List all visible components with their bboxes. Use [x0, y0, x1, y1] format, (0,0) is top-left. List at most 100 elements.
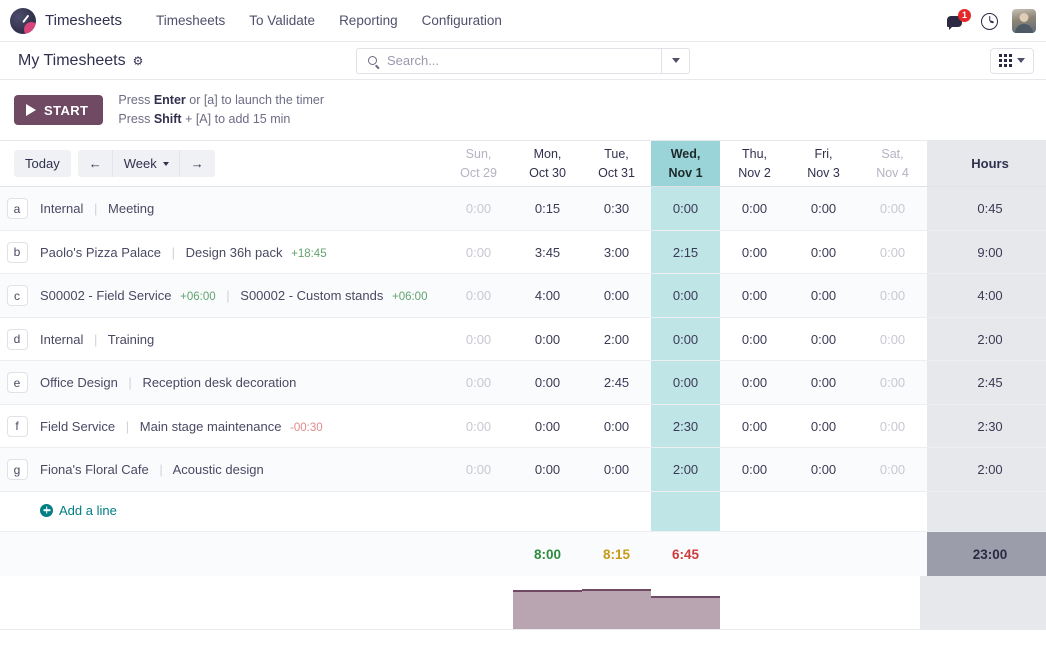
- row-letter-badge[interactable]: a: [7, 198, 28, 219]
- previous-period-button[interactable]: ←: [78, 150, 113, 177]
- cell-fri[interactable]: 0:00: [789, 404, 858, 448]
- cell-sun[interactable]: 0:00: [444, 448, 513, 492]
- column-header-wed-today[interactable]: Wed, Nov 1: [651, 141, 720, 187]
- cell-fri[interactable]: 0:00: [789, 448, 858, 492]
- row-letter-badge[interactable]: d: [7, 329, 28, 350]
- row-separator: |: [94, 332, 97, 347]
- cell-mon[interactable]: 0:00: [513, 404, 582, 448]
- column-header-sun[interactable]: Sun, Oct 29: [444, 141, 513, 187]
- cell-tue[interactable]: 0:00: [582, 448, 651, 492]
- column-header-thu[interactable]: Thu, Nov 2: [720, 141, 789, 187]
- cell-fri[interactable]: 0:00: [789, 361, 858, 405]
- cell-thu[interactable]: 0:00: [720, 317, 789, 361]
- cell-sat[interactable]: 0:00: [858, 448, 927, 492]
- add-line-blank-hours: [927, 491, 1046, 531]
- menu-item-timesheets[interactable]: Timesheets: [144, 7, 237, 34]
- grid-body: a Internal | Meeting 0:00 0:15 0:30 0:00…: [0, 187, 1046, 532]
- menu-item-configuration[interactable]: Configuration: [410, 7, 514, 34]
- cell-thu[interactable]: 0:00: [720, 448, 789, 492]
- search-input[interactable]: [387, 53, 661, 68]
- cell-wed[interactable]: 0:00: [651, 187, 720, 231]
- column-header-sat[interactable]: Sat, Nov 4: [858, 141, 927, 187]
- cell-wed[interactable]: 2:15: [651, 230, 720, 274]
- cell-tue[interactable]: 3:00: [582, 230, 651, 274]
- cell-wed[interactable]: 2:30: [651, 404, 720, 448]
- cell-wed[interactable]: 0:00: [651, 361, 720, 405]
- scale-dropdown-button[interactable]: Week: [113, 150, 180, 177]
- cell-thu[interactable]: 0:00: [720, 230, 789, 274]
- row-description[interactable]: Field Service | Main stage maintenance -…: [34, 404, 444, 448]
- row-description[interactable]: Office Design | Reception desk decoratio…: [34, 361, 444, 405]
- cell-fri[interactable]: 0:00: [789, 317, 858, 361]
- cell-wed[interactable]: 0:00: [651, 317, 720, 361]
- cell-thu[interactable]: 0:00: [720, 187, 789, 231]
- cell-mon[interactable]: 0:15: [513, 187, 582, 231]
- cell-thu[interactable]: 0:00: [720, 274, 789, 318]
- gear-icon[interactable]: ⚙: [133, 55, 144, 67]
- row-letter-cell: a: [0, 187, 34, 231]
- row-description[interactable]: Paolo's Pizza Palace | Design 36h pack +…: [34, 230, 444, 274]
- systray: 1: [947, 0, 1036, 42]
- column-header-dow: Mon,: [513, 145, 582, 163]
- today-button[interactable]: Today: [14, 150, 71, 177]
- cell-sun[interactable]: 0:00: [444, 274, 513, 318]
- search-dropdown-toggle[interactable]: [661, 49, 689, 73]
- footer-total-tue: 8:15: [582, 531, 651, 576]
- row-project: Internal: [40, 332, 83, 347]
- add-a-line-button[interactable]: Add a line: [34, 503, 117, 518]
- cell-sun[interactable]: 0:00: [444, 361, 513, 405]
- row-letter-badge[interactable]: c: [7, 285, 28, 306]
- start-timer-button[interactable]: START: [14, 95, 103, 125]
- cell-sat[interactable]: 0:00: [858, 187, 927, 231]
- cell-wed[interactable]: 2:00: [651, 448, 720, 492]
- cell-tue[interactable]: 0:00: [582, 274, 651, 318]
- cell-thu[interactable]: 0:00: [720, 404, 789, 448]
- cell-sun[interactable]: 0:00: [444, 230, 513, 274]
- menu-item-reporting[interactable]: Reporting: [327, 7, 410, 34]
- cell-sat[interactable]: 0:00: [858, 230, 927, 274]
- clock-icon[interactable]: [981, 13, 998, 30]
- column-header-tue[interactable]: Tue, Oct 31: [582, 141, 651, 187]
- cell-tue[interactable]: 0:30: [582, 187, 651, 231]
- cell-fri[interactable]: 0:00: [789, 230, 858, 274]
- search-glass-shape: [368, 56, 377, 65]
- cell-sat[interactable]: 0:00: [858, 274, 927, 318]
- chart-bar-wed: [651, 596, 720, 629]
- cell-tue[interactable]: 2:45: [582, 361, 651, 405]
- cell-sat[interactable]: 0:00: [858, 317, 927, 361]
- row-letter-badge[interactable]: f: [7, 416, 28, 437]
- next-period-button[interactable]: →: [180, 150, 215, 177]
- menu-item-to-validate[interactable]: To Validate: [237, 7, 327, 34]
- row-description[interactable]: Internal | Training: [34, 317, 444, 361]
- column-header-mon[interactable]: Mon, Oct 30: [513, 141, 582, 187]
- row-description[interactable]: Fiona's Floral Cafe | Acoustic design: [34, 448, 444, 492]
- cell-mon[interactable]: 0:00: [513, 317, 582, 361]
- cell-thu[interactable]: 0:00: [720, 361, 789, 405]
- row-letter-badge[interactable]: e: [7, 372, 28, 393]
- cell-sun[interactable]: 0:00: [444, 317, 513, 361]
- search-bar[interactable]: [356, 48, 690, 74]
- cell-sun[interactable]: 0:00: [444, 404, 513, 448]
- user-avatar-icon[interactable]: [1012, 9, 1036, 33]
- cell-mon[interactable]: 0:00: [513, 361, 582, 405]
- cell-tue[interactable]: 0:00: [582, 404, 651, 448]
- cell-mon[interactable]: 0:00: [513, 448, 582, 492]
- cell-wed[interactable]: 0:00: [651, 274, 720, 318]
- cell-sat[interactable]: 0:00: [858, 361, 927, 405]
- cell-mon[interactable]: 3:45: [513, 230, 582, 274]
- row-letter-badge[interactable]: b: [7, 242, 28, 263]
- chat-bubble-icon[interactable]: 1: [947, 11, 967, 31]
- cell-mon[interactable]: 4:00: [513, 274, 582, 318]
- view-switcher-button[interactable]: [990, 48, 1034, 74]
- row-description[interactable]: S00002 - Field Service +06:00 | S00002 -…: [34, 274, 444, 318]
- cell-fri[interactable]: 0:00: [789, 274, 858, 318]
- row-project: S00002 - Field Service: [40, 288, 172, 303]
- cell-sun[interactable]: 0:00: [444, 187, 513, 231]
- row-letter-badge[interactable]: g: [7, 459, 28, 480]
- column-header-fri[interactable]: Fri, Nov 3: [789, 141, 858, 187]
- cell-fri[interactable]: 0:00: [789, 187, 858, 231]
- cell-tue[interactable]: 2:00: [582, 317, 651, 361]
- row-description[interactable]: Internal | Meeting: [34, 187, 444, 231]
- odoo-logo-icon[interactable]: [10, 8, 36, 34]
- cell-sat[interactable]: 0:00: [858, 404, 927, 448]
